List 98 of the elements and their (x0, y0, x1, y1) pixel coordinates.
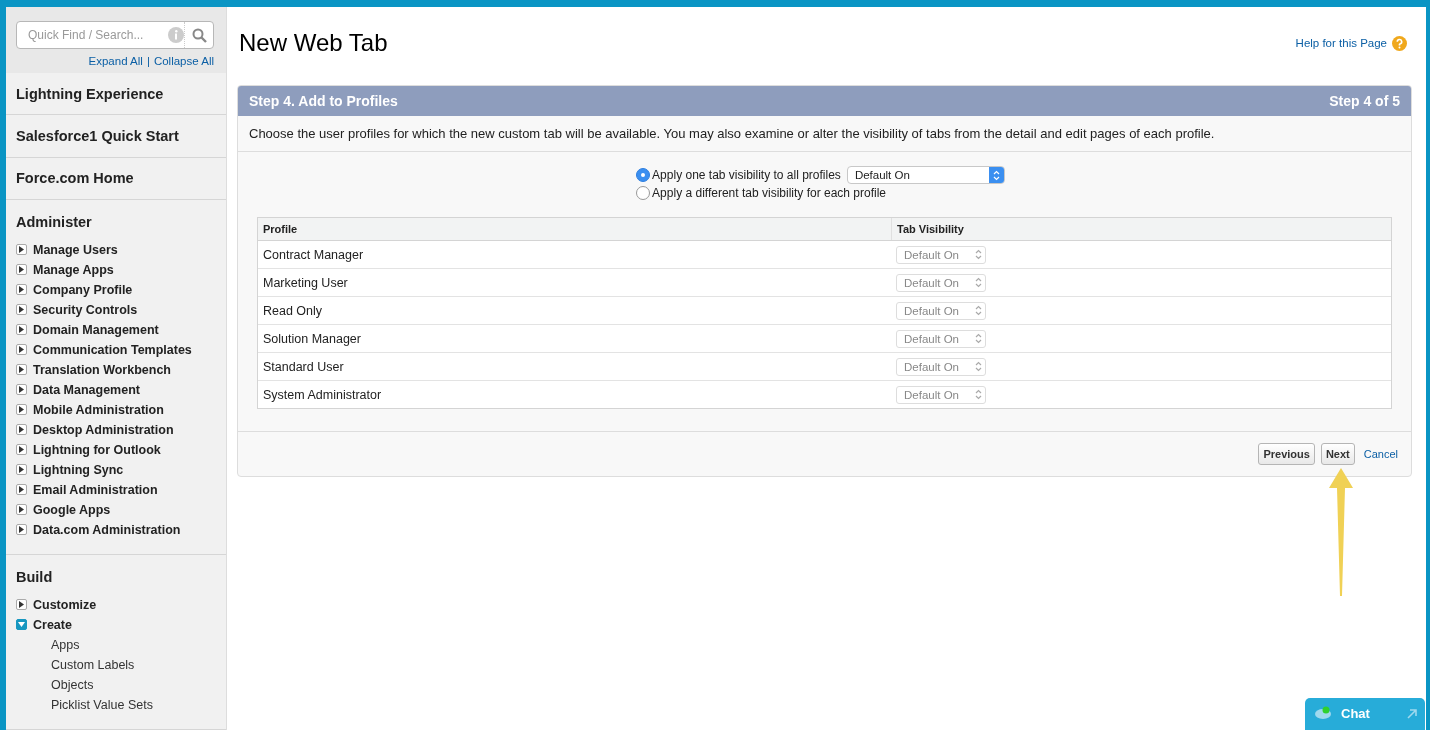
sidebar-item-label: Communication Templates (33, 343, 192, 357)
sidebar-subitem[interactable]: Apps (16, 635, 226, 655)
expand-toggle-icon[interactable] (16, 444, 27, 456)
sidebar-item[interactable]: Security Controls (16, 300, 226, 320)
expand-toggle-icon[interactable] (16, 344, 27, 356)
sidebar-item-label: Desktop Administration (33, 423, 174, 437)
radio-label: Apply a different tab visibility for each profile (652, 186, 886, 200)
sidebar-item-label: Data.com Administration (33, 523, 181, 537)
info-icon (168, 27, 184, 43)
sidebar-item[interactable]: Lightning Sync (16, 460, 226, 480)
help-link[interactable]: Help for this Page (1295, 37, 1387, 49)
sidebar-item[interactable]: Lightning for Outlook (16, 440, 226, 460)
sidebar-item[interactable]: Google Apps (16, 500, 226, 520)
sidebar-item[interactable]: Desktop Administration (16, 420, 226, 440)
sidebar-item[interactable]: Translation Workbench (16, 360, 226, 380)
expand-toggle-icon[interactable] (16, 324, 27, 336)
visibility-select[interactable]: Default On (846, 166, 1005, 184)
chat-label: Chat (1341, 706, 1370, 721)
stepper-icon (992, 169, 1000, 181)
stepper-icon (975, 389, 982, 400)
table-cell-text: Standard User (262, 359, 345, 374)
expand-toggle-icon[interactable] (16, 484, 27, 496)
sidebar-item-label: Lightning for Outlook (33, 443, 161, 457)
table-cell-text: Read Only (262, 303, 324, 318)
sidebar-item[interactable]: Mobile Administration (16, 400, 226, 420)
sidebar-subitem[interactable]: Custom Labels (16, 655, 226, 675)
step-title: Step 4. Add to Profiles (249, 93, 398, 109)
stepper-icon (975, 305, 982, 316)
expand-toggle-icon[interactable] (16, 524, 27, 536)
expand-toggle-icon[interactable] (16, 244, 27, 256)
expand-toggle-icon[interactable] (16, 464, 27, 476)
sidebar-item[interactable]: Data.com Administration (16, 520, 226, 540)
sidebar-item-label: Domain Management (33, 323, 159, 337)
section-title: Administer (16, 214, 93, 230)
sidebar-item-label: Customize (33, 598, 97, 612)
sidebar-item-label: Lightning Sync (33, 463, 124, 477)
stepper-icon (975, 333, 982, 344)
sidebar-item-label: Company Profile (33, 283, 133, 297)
sidebar-subitem[interactable]: Objects (16, 675, 226, 695)
section-title: Build (16, 569, 54, 585)
sidebar-item-label: Google Apps (33, 503, 111, 517)
link-separator: | (146, 55, 150, 67)
expand-toggle-icon[interactable] (16, 264, 27, 276)
table-cell-text: Marketing User (262, 275, 349, 290)
stepper-icon (975, 361, 982, 372)
sidebar-item[interactable]: Customize (16, 595, 226, 615)
table-cell-text: Solution Manager (262, 331, 362, 346)
sidebar-item[interactable]: Communication Templates (16, 340, 226, 360)
sidebar-link[interactable]: Lightning Experience (6, 73, 226, 116)
sidebar-link[interactable]: Force.com Home (6, 157, 226, 200)
table-cell-text: Contract Manager (262, 247, 365, 262)
expand-toggle-icon[interactable] (16, 404, 27, 416)
expand-toggle-icon[interactable] (16, 599, 27, 611)
sidebar-link[interactable]: Salesforce1 Quick Start (6, 115, 226, 158)
step-description: Choose the user profiles for which the new custom tab will be available. You may also examine or alter the visibility of tabs from the detail and edit pages of each profile. (238, 116, 1411, 152)
radio-label: Apply one tab visibility to all profiles (652, 168, 841, 182)
sidebar-item[interactable]: Company Profile (16, 280, 226, 300)
sidebar-item-label: Translation Workbench (33, 363, 171, 377)
collapse-toggle-icon[interactable] (16, 619, 27, 631)
sidebar-item-label: Email Administration (33, 483, 158, 497)
chat-bubble-icon (1315, 706, 1333, 720)
cancel-link[interactable]: Cancel (1363, 448, 1398, 460)
sidebar-item-label: Mobile Administration (33, 403, 164, 417)
sidebar-item[interactable]: Manage Users (16, 240, 226, 260)
expand-toggle-icon[interactable] (16, 364, 27, 376)
sidebar-subitem[interactable]: Picklist Value Sets (16, 695, 226, 715)
expand-arrow-icon (1407, 709, 1417, 719)
sidebar-item-label: Data Management (33, 383, 140, 397)
radio-button[interactable] (636, 168, 651, 182)
column-header: Tab Visibility (891, 218, 1391, 240)
previous-button[interactable]: Previous (1258, 443, 1315, 465)
expand-toggle-icon[interactable] (16, 284, 27, 296)
radio-button[interactable] (636, 186, 651, 200)
sidebar-item-label: Create (33, 618, 72, 632)
expand-all-link[interactable]: Expand All (88, 55, 143, 67)
search-bar[interactable]: Quick Find / Search... (16, 21, 214, 49)
help-icon (1392, 35, 1407, 51)
column-header: Profile (262, 222, 299, 237)
sidebar-item[interactable]: Create (16, 615, 226, 635)
sidebar-item-label: Manage Users (33, 243, 118, 257)
page-title: New Web Tab (239, 29, 388, 57)
expand-toggle-icon[interactable] (16, 384, 27, 396)
sidebar-item[interactable]: Email Administration (16, 480, 226, 500)
expand-toggle-icon[interactable] (16, 504, 27, 516)
sidebar-item-label: Security Controls (33, 303, 138, 317)
collapse-all-link[interactable]: Collapse All (153, 55, 214, 67)
expand-toggle-icon[interactable] (16, 304, 27, 316)
sidebar-item-label: Manage Apps (33, 263, 114, 277)
sidebar-item[interactable]: Domain Management (16, 320, 226, 340)
next-button[interactable]: Next (1320, 443, 1355, 465)
stepper-icon (975, 249, 982, 260)
expand-toggle-icon[interactable] (16, 424, 27, 436)
sidebar-item[interactable]: Manage Apps (16, 260, 226, 280)
search-icon (191, 27, 207, 43)
table-cell-text: System Administrator (262, 387, 383, 402)
stepper-icon (975, 277, 982, 288)
sidebar-item[interactable]: Data Management (16, 380, 226, 400)
step-count: Step 4 of 5 (1329, 93, 1400, 109)
